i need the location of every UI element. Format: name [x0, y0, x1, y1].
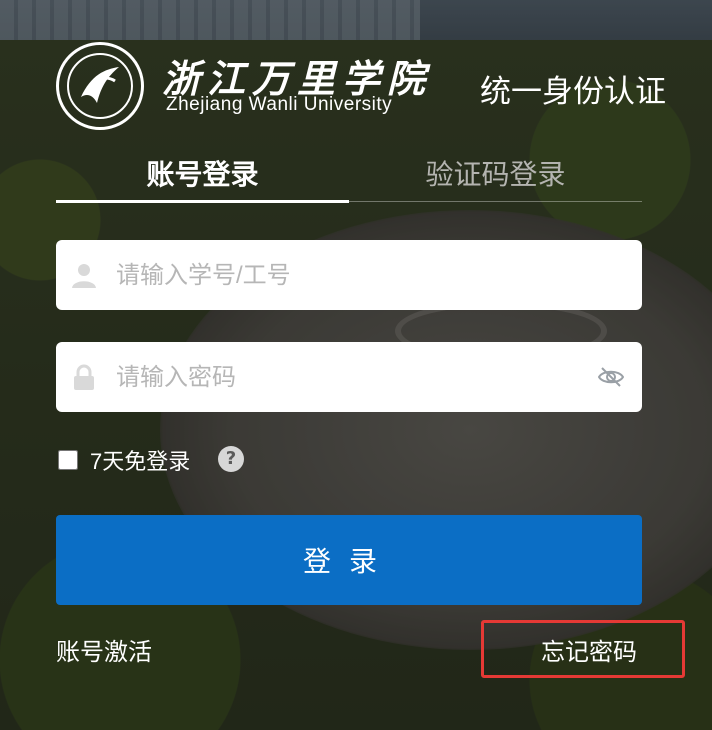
login-button[interactable]: 登录	[56, 515, 642, 605]
password-field	[56, 342, 642, 414]
university-logo-icon	[56, 42, 144, 130]
eye-slash-icon[interactable]	[598, 366, 624, 388]
help-icon[interactable]: ?	[218, 446, 244, 472]
user-icon	[72, 264, 96, 288]
active-tab-indicator	[56, 200, 349, 203]
account-activation-link[interactable]: 账号激活	[56, 632, 152, 667]
remember-me-checkbox[interactable]	[58, 450, 78, 470]
tab-account-login[interactable]: 账号登录	[56, 150, 349, 200]
forgot-password-link[interactable]: 忘记密码	[541, 632, 637, 667]
password-input[interactable]	[114, 342, 588, 414]
remember-me: 7天免登录	[58, 446, 190, 474]
login-tabs: 账号登录 验证码登录	[56, 150, 642, 204]
lock-icon	[74, 364, 94, 390]
school-name-en: Zhejiang Wanli University	[166, 94, 393, 115]
page-title: 统一身份认证	[480, 74, 666, 109]
username-field	[56, 240, 642, 312]
tab-sms-code-login[interactable]: 验证码登录	[349, 150, 642, 200]
remember-me-label[interactable]: 7天免登录	[90, 444, 190, 476]
username-input[interactable]	[114, 240, 588, 312]
